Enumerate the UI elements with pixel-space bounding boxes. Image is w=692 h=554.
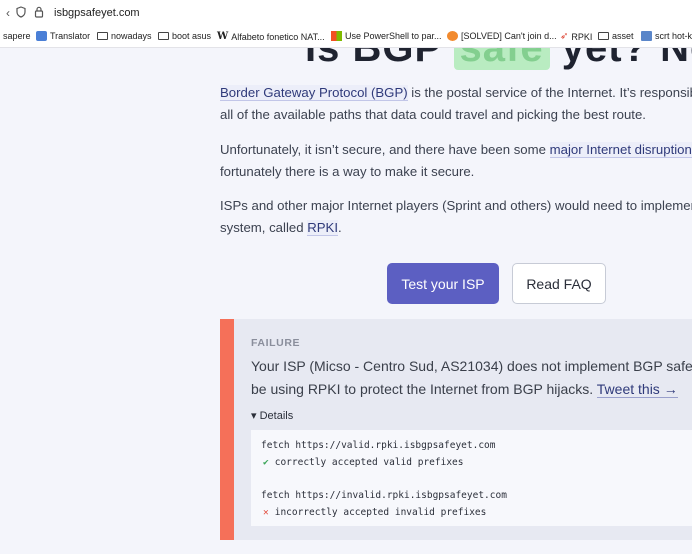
bookmark-folder-boot-asus[interactable]: boot asus [158,31,211,41]
cross-icon: ✕ [263,507,269,518]
bookmark-translator[interactable]: Translator [36,31,90,41]
bookmark-powershell[interactable]: Use PowerShell to par... [331,31,442,41]
intro-paragraph-2: Unfortunately, it isn’t secure, and ther… [220,139,692,183]
check-command: fetch https://invalid.rpki.isbgpsafeyet.… [261,490,507,501]
chevron-left-icon[interactable]: ‹ [6,6,10,20]
test-isp-button[interactable]: Test your ISP [387,263,499,304]
details-toggle[interactable]: ▾ Details [251,409,293,422]
url-text[interactable]: isbgpsafeyet.com [54,7,140,19]
failure-result-panel: FAILURE Your ISP (Micso - Centro Sud, AS… [220,319,692,540]
bgp-link[interactable]: Border Gateway Protocol (BGP) [220,85,408,101]
bookmark-alfabeto[interactable]: W Alfabeto fonetico NAT... [217,31,325,42]
result-message: Your ISP (Micso - Centro Sud, AS21034) d… [251,358,692,398]
bookmark-label: Use PowerShell to par... [345,31,442,41]
safe-highlight: safe [453,48,550,70]
check-command: fetch https://valid.rpki.isbgpsafeyet.co… [261,440,496,451]
bookmark-label: asset [612,31,634,41]
bookmark-label: Alfabeto fonetico NAT... [231,31,325,42]
bookmark-rpki[interactable]: ➶ RPKI [560,31,592,42]
bookmark-label: boot asus [172,31,212,41]
page-content: Is BGP safe yet? No Border Gateway Proto… [0,48,692,554]
bookmark-label: scrt hot-k [655,31,692,41]
bookmark-sapere[interactable]: sapere [0,31,31,41]
bookmark-label: [SOLVED] Can't join d... [461,31,557,41]
folder-icon [158,32,169,40]
bookmark-solved[interactable]: [SOLVED] Can't join d... [447,31,557,41]
bookmark-scrt[interactable]: scrt hot-k [641,31,692,41]
page-title: Is BGP safe yet? No [305,48,692,71]
check-result: ✔ correctly accepted valid prefixes [263,457,464,468]
forum-icon [447,31,458,41]
windows-icon [331,31,342,41]
failure-status-bar [220,319,234,540]
lock-icon[interactable] [34,6,44,21]
folder-icon [598,32,609,40]
rocket-icon: ➶ [560,31,569,42]
details-log: fetch https://valid.rpki.isbgpsafeyet.co… [251,430,692,526]
address-bar[interactable]: ‹ isbgpsafeyet.com [0,0,692,28]
bookmark-label: Translator [50,31,91,41]
rpki-link[interactable]: RPKI [307,220,338,236]
bookmark-folder-asset[interactable]: asset [598,31,634,41]
bookmark-label: RPKI [571,31,593,42]
folder-icon [97,32,108,40]
bookmarks-bar: sapere Translator nowadays boot asus W A… [0,28,692,48]
intro-paragraph-1: Border Gateway Protocol (BGP) is the pos… [220,85,692,122]
disruptions-link[interactable]: major Internet disruptions [549,142,692,158]
status-label: FAILURE [251,337,301,349]
shield-icon[interactable] [16,6,26,21]
tweet-link[interactable]: Tweet this → [596,381,678,398]
translator-icon [36,31,47,41]
note-icon [641,31,652,41]
intro-paragraph-3: ISPs and other major Internet players (S… [220,198,692,236]
wikipedia-icon: W [217,31,229,42]
check-result: ✕ incorrectly accepted invalid prefixes [263,507,487,518]
bookmark-label: sapere [3,31,31,41]
bookmark-folder-nowadays[interactable]: nowadays [97,31,152,41]
read-faq-button[interactable]: Read FAQ [512,263,606,304]
bookmark-label: nowadays [111,31,152,41]
check-icon: ✔ [263,457,269,468]
